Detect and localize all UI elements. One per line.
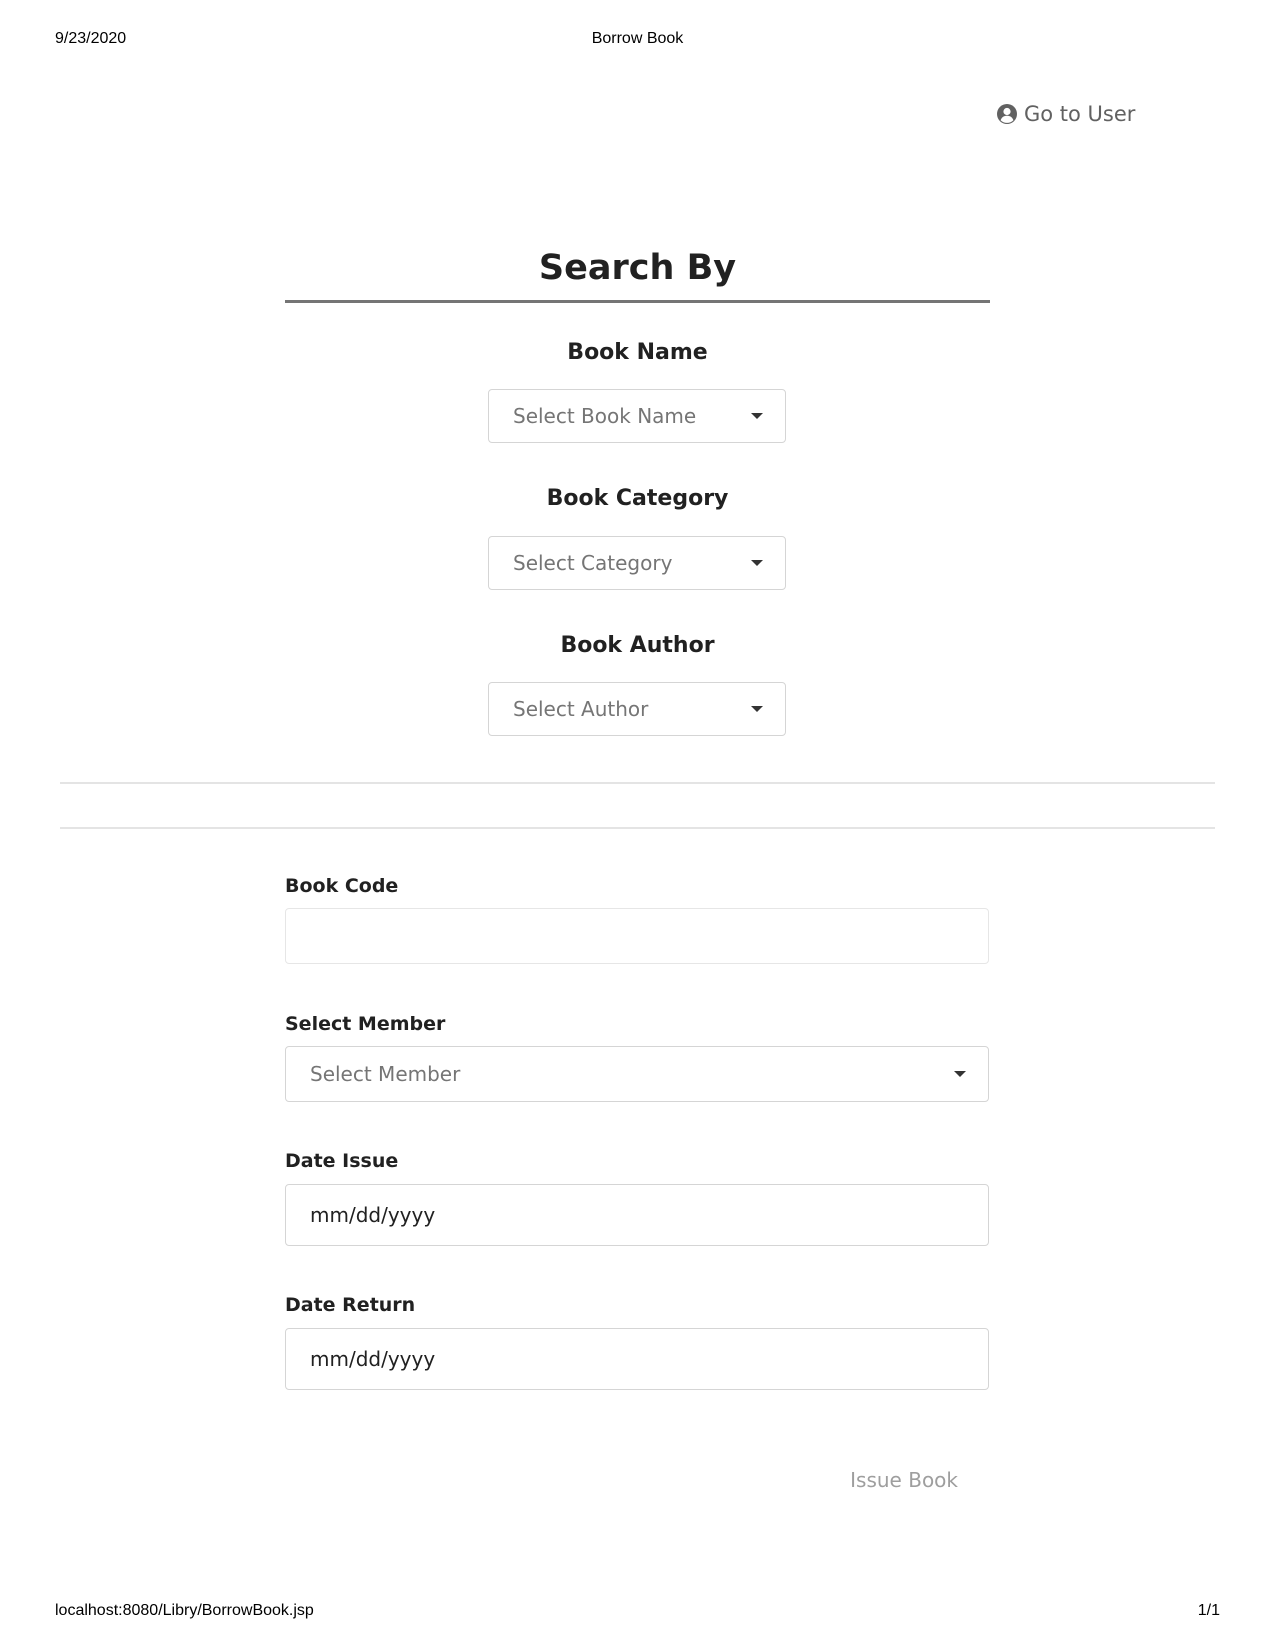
go-to-user-label: Go to User — [1024, 102, 1136, 126]
date-issue-input[interactable]: mm/dd/yyyy — [285, 1184, 989, 1246]
print-title: Borrow Book — [591, 30, 684, 47]
book-author-label: Book Author — [560, 633, 715, 658]
date-return-label: Date Return — [285, 1294, 416, 1316]
chevron-down-icon — [751, 413, 763, 419]
date-issue-label: Date Issue — [285, 1150, 399, 1172]
print-footer: localhost:8080/Libry/BorrowBook.jsp 1/1 — [55, 1602, 1220, 1624]
book-author-select[interactable]: Select Author — [488, 682, 786, 736]
date-issue-value: mm/dd/yyyy — [310, 1203, 436, 1227]
chevron-down-icon — [954, 1071, 966, 1077]
book-category-label: Book Category — [546, 486, 729, 511]
print-header: 9/23/2020 Borrow Book — [55, 30, 1220, 52]
book-category-select[interactable]: Select Category — [488, 536, 786, 590]
book-author-select-value: Select Author — [513, 697, 649, 721]
print-page-number: 1/1 — [1197, 1602, 1220, 1619]
section-divider-bottom — [60, 827, 1215, 829]
member-label: Select Member — [285, 1013, 446, 1035]
chevron-down-icon — [751, 560, 763, 566]
search-by-heading: Search By — [538, 248, 737, 288]
member-select-value: Select Member — [310, 1062, 461, 1086]
section-divider-top — [60, 782, 1215, 784]
print-url: localhost:8080/Libry/BorrowBook.jsp — [55, 1602, 314, 1619]
user-circle-icon — [996, 103, 1018, 125]
search-by-underline — [285, 300, 990, 303]
book-name-label: Book Name — [567, 340, 708, 365]
book-code-input[interactable] — [285, 908, 989, 964]
date-return-value: mm/dd/yyyy — [310, 1347, 436, 1371]
issue-book-button[interactable]: Issue Book — [820, 1462, 990, 1498]
date-return-input[interactable]: mm/dd/yyyy — [285, 1328, 989, 1390]
book-category-select-value: Select Category — [513, 551, 673, 575]
book-name-select[interactable]: Select Book Name — [488, 389, 786, 443]
member-select[interactable]: Select Member — [285, 1046, 989, 1102]
chevron-down-icon — [751, 706, 763, 712]
book-code-label: Book Code — [285, 875, 399, 897]
book-name-select-value: Select Book Name — [513, 404, 697, 428]
go-to-user-link[interactable]: Go to User — [996, 102, 1135, 126]
